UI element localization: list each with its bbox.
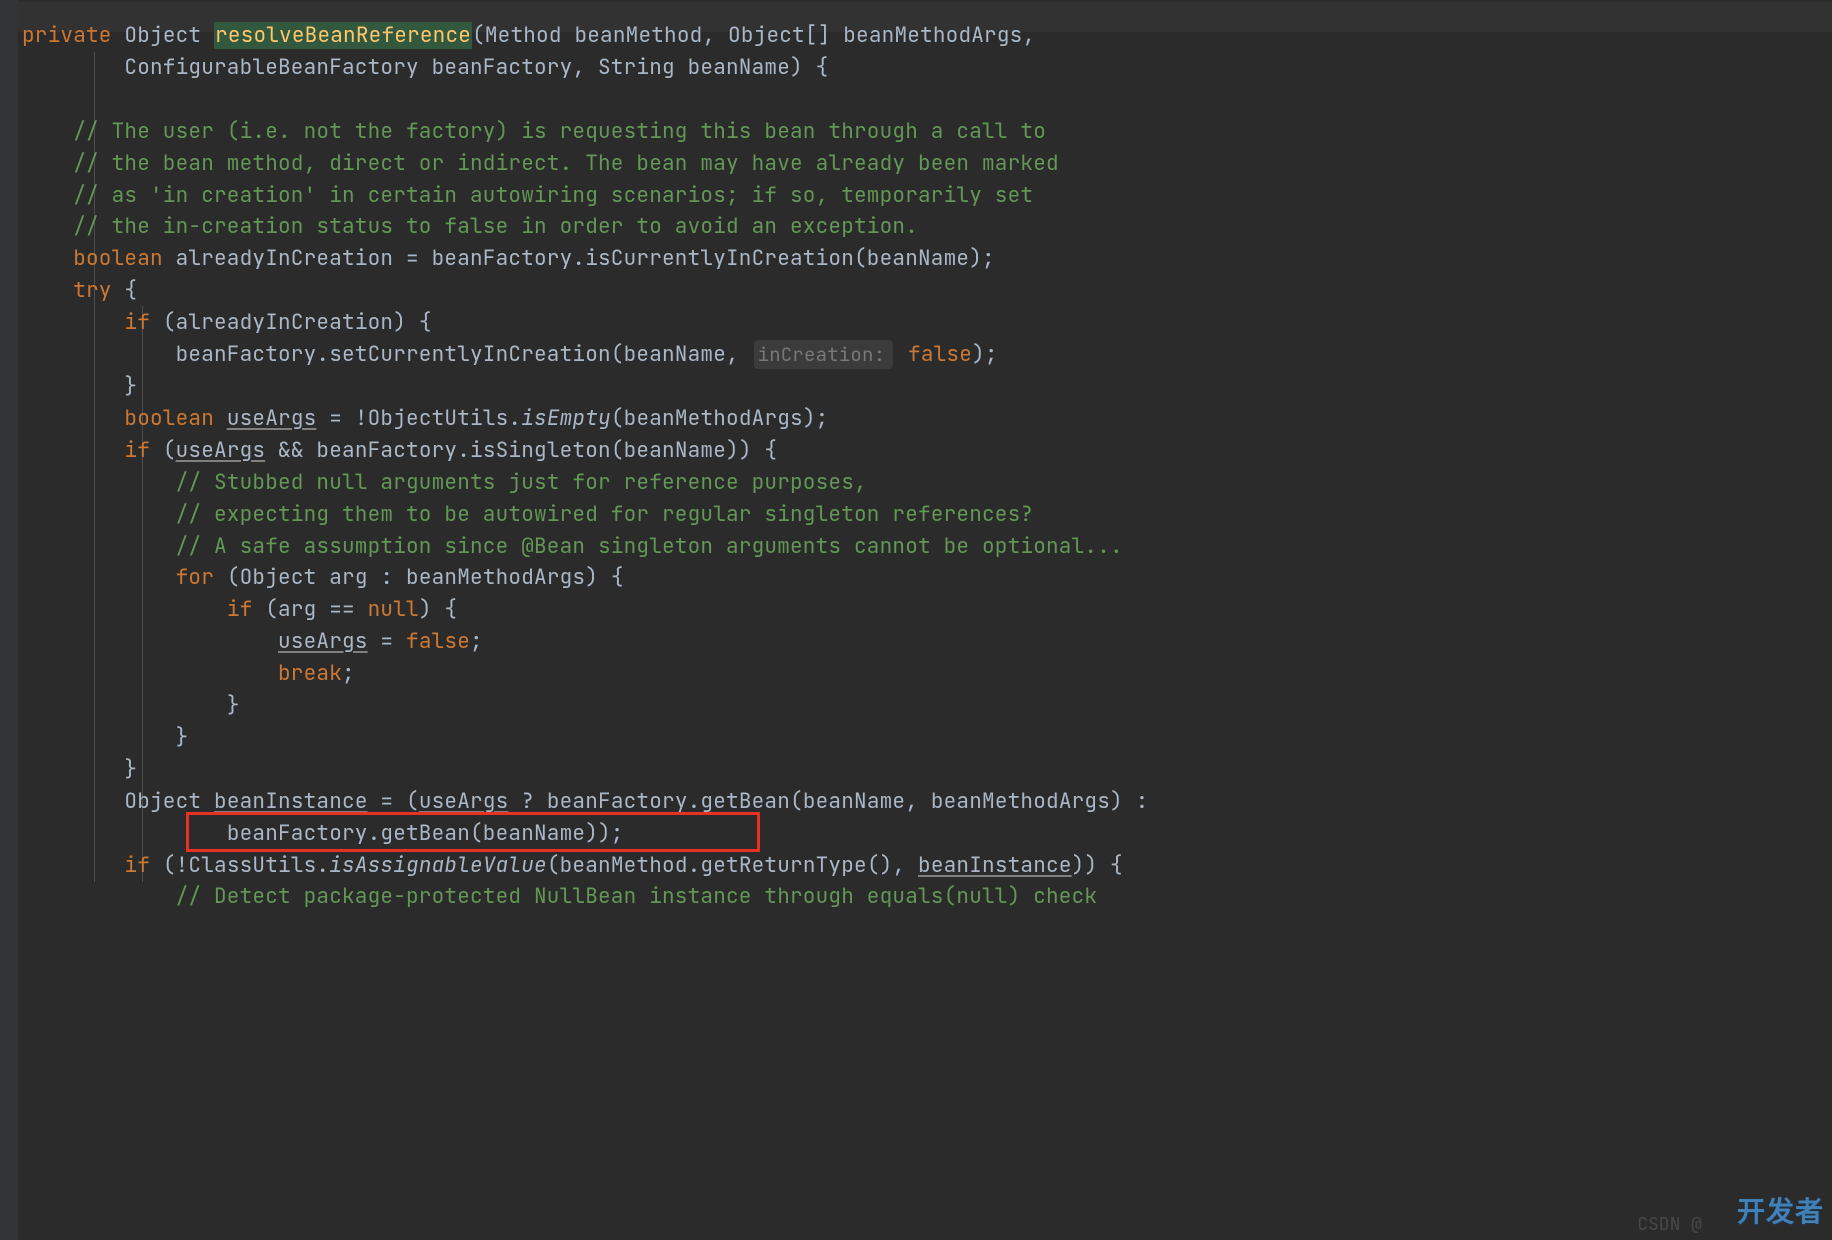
brace: } <box>124 756 137 783</box>
keyword-try: try <box>73 277 111 304</box>
code-line[interactable]: ConfigurableBeanFactory beanFactory, Str… <box>22 52 1832 84</box>
brace: } <box>124 373 137 400</box>
code-line[interactable]: // expecting them to be autowired for re… <box>22 499 1832 531</box>
brace: { <box>112 277 138 304</box>
call-args: (beanMethodArgs); <box>611 405 829 432</box>
code-line[interactable]: // the bean method, direct or indirect. … <box>22 148 1832 180</box>
static-method-isEmpty: isEmpty <box>521 405 611 432</box>
paren: ( <box>150 437 176 464</box>
code-editor[interactable]: private Object resolveBeanReference(Meth… <box>22 0 1832 913</box>
code-line[interactable]: if (arg == null) { <box>22 594 1832 626</box>
code-line[interactable] <box>22 84 1832 116</box>
comment: // expecting them to be autowired for re… <box>176 501 1034 528</box>
code-line[interactable]: useArgs = false; <box>22 626 1832 658</box>
code-line[interactable]: if (useArgs && beanFactory.isSingleton(b… <box>22 435 1832 467</box>
code-line[interactable]: // Detect package-protected NullBean ins… <box>22 881 1832 913</box>
semicolon: ; <box>342 660 355 687</box>
comment: // the in-creation status to false in or… <box>73 213 918 240</box>
keyword-private: private <box>22 22 112 49</box>
code-line[interactable]: // as 'in creation' in certain autowirin… <box>22 180 1832 212</box>
comment: // The user (i.e. not the factory) is re… <box>73 118 1046 145</box>
code-line[interactable]: boolean alreadyInCreation = beanFactory.… <box>22 243 1832 275</box>
var-assign: alreadyInCreation = beanFactory.isCurren… <box>163 245 995 272</box>
assign: = !ObjectUtils. <box>316 405 521 432</box>
code-line[interactable]: beanFactory.setCurrentlyInCreation(beanN… <box>22 339 1832 371</box>
code-line[interactable]: // The user (i.e. not the factory) is re… <box>22 116 1832 148</box>
code-line[interactable]: boolean useArgs = !ObjectUtils.isEmpty(b… <box>22 403 1832 435</box>
keyword-break: break <box>278 660 342 687</box>
assign: = <box>368 628 406 655</box>
var-useArgs: useArgs <box>419 788 509 815</box>
keyword-if: if <box>124 309 150 336</box>
comment: // Stubbed null arguments just for refer… <box>176 469 867 496</box>
signature-part1: (Method beanMethod, Object[] beanMethodA… <box>472 22 1035 49</box>
code-line[interactable]: } <box>22 754 1832 786</box>
keyword-boolean: boolean <box>73 245 163 272</box>
call-cont: (beanMethod.getReturnType(), <box>547 852 918 879</box>
comment: // the bean method, direct or indirect. … <box>73 150 1059 177</box>
for-stmt: (Object arg : beanMethodArgs) { <box>214 564 624 591</box>
code-line[interactable]: for (Object arg : beanMethodArgs) { <box>22 562 1832 594</box>
type-object: Object <box>124 22 201 49</box>
comment: // as 'in creation' in certain autowirin… <box>73 182 1033 209</box>
semicolon: ; <box>470 628 483 655</box>
keyword-if: if <box>124 437 150 464</box>
watermark-csdn: CSDN @ <box>1637 1211 1702 1238</box>
code-line[interactable]: // the in-creation status to false in or… <box>22 211 1832 243</box>
comment: // A safe assumption since @Bean singlet… <box>176 533 1123 560</box>
highlight-box-annotation <box>186 812 760 852</box>
var-useArgs: useArgs <box>278 628 368 655</box>
type-object: Object <box>124 788 214 815</box>
after-bi: )) { <box>1072 852 1123 879</box>
if-condition: (alreadyInCreation) { <box>150 309 432 336</box>
gutter <box>0 0 18 1240</box>
assign: = ( <box>368 788 419 815</box>
keyword-for: for <box>176 564 214 591</box>
code-line[interactable]: private Object resolveBeanReference(Meth… <box>22 20 1832 52</box>
if-rest: && beanFactory.isSingleton(beanName)) { <box>265 437 777 464</box>
code-line[interactable]: // Stubbed null arguments just for refer… <box>22 467 1832 499</box>
keyword-false: false <box>406 628 470 655</box>
if-arg: (arg == <box>252 596 367 623</box>
var-beanInstance: beanInstance <box>214 788 368 815</box>
keyword-if: if <box>124 852 150 879</box>
code-line[interactable]: } <box>22 371 1832 403</box>
var-useArgs: useArgs <box>227 405 317 432</box>
method-call: beanFactory.setCurrentlyInCreation(beanN… <box>176 341 752 368</box>
code-line[interactable]: try { <box>22 275 1832 307</box>
code-line[interactable]: if (alreadyInCreation) { <box>22 307 1832 339</box>
var-useArgs: useArgs <box>176 437 266 464</box>
brace: } <box>176 724 189 751</box>
code-line[interactable]: break; <box>22 658 1832 690</box>
after-null: ) { <box>419 596 457 623</box>
method-name-highlighted: resolveBeanReference <box>214 22 472 49</box>
code-line[interactable]: if (!ClassUtils.isAssignableValue(beanMe… <box>22 850 1832 882</box>
static-method-isAssignableValue: isAssignableValue <box>329 852 547 879</box>
watermark-devze: 开发者 <box>1737 1191 1824 1234</box>
code-line[interactable]: } <box>22 690 1832 722</box>
brace: } <box>227 692 240 719</box>
signature-part2: ConfigurableBeanFactory beanFactory, Str… <box>124 54 828 81</box>
code-line[interactable]: // A safe assumption since @Bean singlet… <box>22 531 1832 563</box>
keyword-boolean: boolean <box>124 405 214 432</box>
punct: ); <box>972 341 998 368</box>
keyword-false: false <box>908 341 972 368</box>
comment: // Detect package-protected NullBean ins… <box>176 883 1098 910</box>
inlay-hint-param: inCreation: <box>754 340 894 369</box>
var-beanInstance: beanInstance <box>918 852 1072 879</box>
code-line[interactable]: } <box>22 722 1832 754</box>
if-not: (!ClassUtils. <box>150 852 329 879</box>
ternary: ? beanFactory.getBean(beanName, beanMeth… <box>508 788 1148 815</box>
keyword-if: if <box>227 596 253 623</box>
keyword-null: null <box>368 596 419 623</box>
